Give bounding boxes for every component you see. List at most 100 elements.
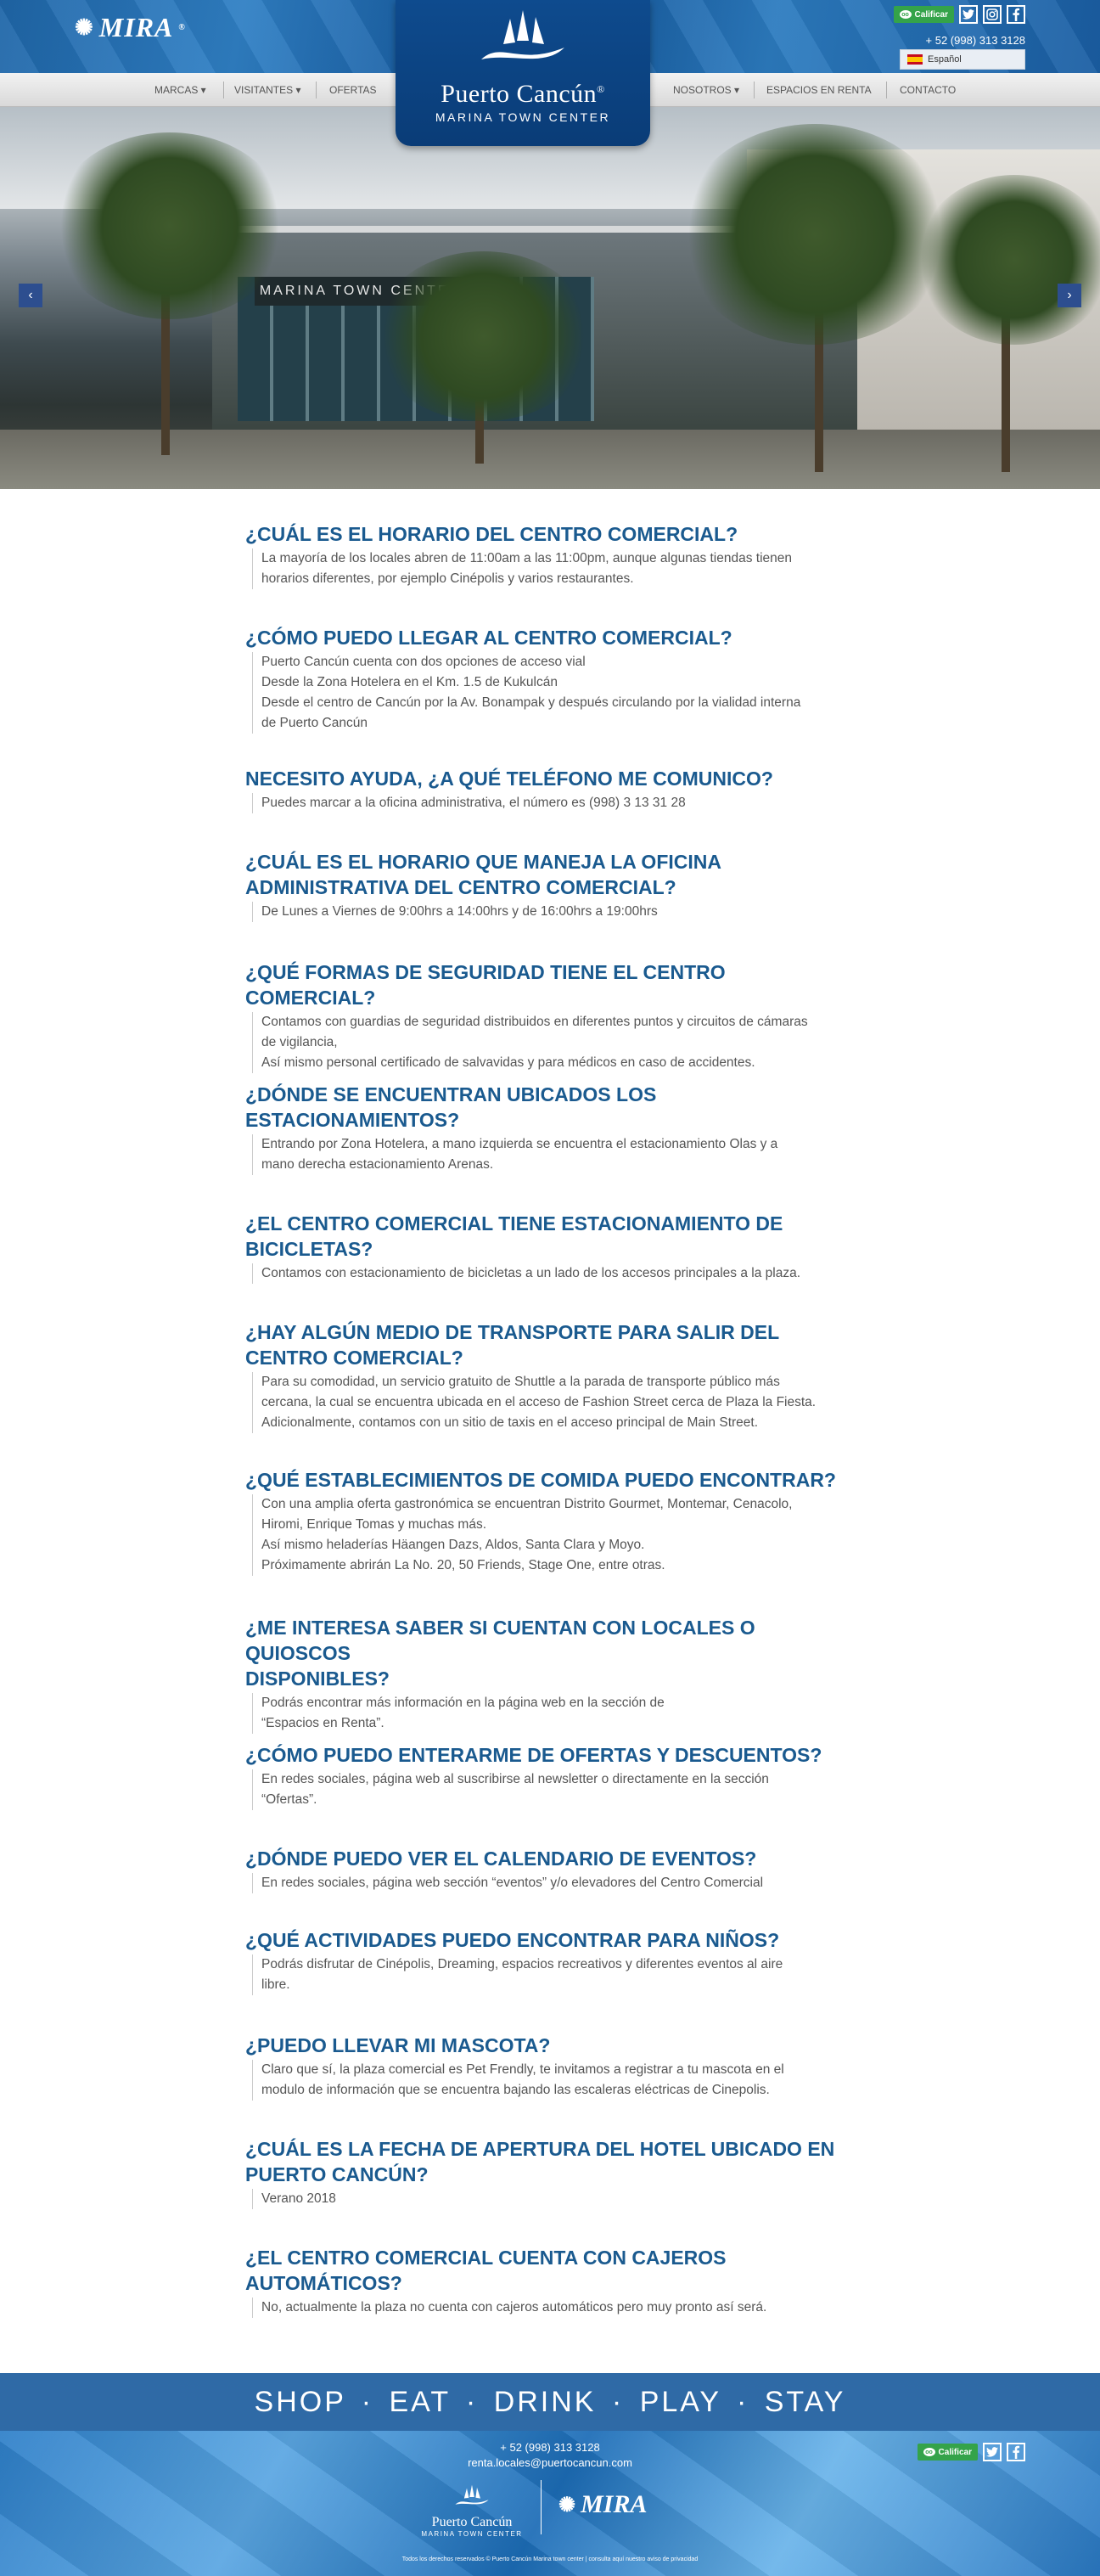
faq-answer: Puerto Cancún cuenta con dos opciones de… (252, 652, 856, 734)
nav-item-nosotros[interactable]: NOSOTROS ▾ (673, 73, 739, 107)
faq-answer-line: Claro que sí, la plaza comercial es Pet … (261, 2062, 784, 2077)
faq-question: ¿QUÉ ACTIVIDADES PUEDO ENCONTRAR PARA NI… (245, 1927, 856, 1953)
faq-item: ¿EL CENTRO COMERCIAL TIENE ESTACIONAMIEN… (245, 1211, 856, 1284)
faq-question: ¿CUÁL ES LA FECHA DE APERTURA DEL HOTEL … (245, 2136, 856, 2187)
faq-item: NECESITO AYUDA, ¿A QUÉ TELÉFONO ME COMUN… (245, 766, 856, 813)
faq-question-line: ¿CUÁL ES EL HORARIO DEL CENTRO COMERCIAL… (245, 523, 738, 545)
faq-answer-line: de Puerto Cancún (261, 716, 368, 730)
faq-answer-line: Podrás disfrutar de Cinépolis, Dreaming,… (261, 1957, 783, 1971)
footer-tripadvisor-button[interactable]: oo Calificar (917, 2444, 978, 2461)
faq-answer-line: Adicionalmente, contamos con un sitio de… (261, 1415, 759, 1430)
faq-question-line: ¿EL CENTRO COMERCIAL CUENTA CON CAJEROS (245, 2247, 727, 2269)
faq-question-line: ¿CUÁL ES EL HORARIO QUE MANEJA LA OFICIN… (245, 851, 721, 873)
faq-answer-line: horarios diferentes, por ejemplo Cinépol… (261, 571, 634, 586)
nav-item-ofertas[interactable]: OFERTAS (329, 73, 377, 107)
faq-answer-line: De Lunes a Viernes de 9:00hrs a 14:00hrs… (261, 904, 658, 919)
faq-answer-line: Así mismo heladerías Häangen Dazs, Aldos… (261, 1538, 645, 1552)
faq-answer-line: Desde el centro de Cancún por la Av. Bon… (261, 695, 801, 710)
mira-logo[interactable]: ✺ MIRA ® (75, 12, 186, 43)
faq-item: ¿DÓNDE SE ENCUENTRAN UBICADOS LOS ESTACIO… (245, 1082, 856, 1175)
tripadvisor-rate-button[interactable]: oo Calificar (893, 6, 954, 23)
brand-subtitle: MARINA TOWN CENTER (435, 110, 611, 124)
faq-answer: Verano 2018 (252, 2189, 856, 2209)
faq-item: ¿HAY ALGÚN MEDIO DE TRANSPORTE PARA SALI… (245, 1319, 856, 1433)
footer-puerto-cancun-logo[interactable]: Puerto Cancún MARINA TOWN CENTER (419, 2483, 525, 2538)
mira-logo-text: MIRA (98, 12, 174, 42)
header-phone[interactable]: + 52 (998) 313 3128 (926, 34, 1025, 47)
carousel-prev-arrow-icon[interactable]: ‹ (19, 284, 42, 307)
footer-facebook-icon[interactable] (1007, 2443, 1025, 2461)
faq-question: ¿QUÉ ESTABLECIMIENTOS DE COMIDA PUEDO EN… (245, 1467, 856, 1493)
palm-tree (51, 132, 289, 319)
faq-question-line: ¿ME INTERESA SABER SI CUENTAN CON LOCALE… (245, 1617, 755, 1664)
faq-answer-line: Podrás encontrar más información en la p… (261, 1696, 665, 1710)
faq-question-line: ¿QUÉ ACTIVIDADES PUEDO ENCONTRAR PARA NI… (245, 1929, 780, 1951)
instagram-icon[interactable] (983, 5, 1002, 24)
faq-answer-line: Desde la Zona Hotelera en el Km. 1.5 de … (261, 675, 558, 689)
footer-mira-text: MIRA (581, 2490, 648, 2518)
faq-answer: Para su comodidad, un servicio gratuito … (252, 1372, 856, 1433)
faq-question-line: BICICLETAS? (245, 1238, 373, 1260)
faq-answer-line: Contamos con guardias de seguridad distr… (261, 1015, 808, 1029)
faq-question: ¿CUÁL ES EL HORARIO DEL CENTRO COMERCIAL… (245, 521, 856, 547)
faq-answer: Entrando por Zona Hotelera, a mano izqui… (252, 1134, 856, 1175)
faq-question-line: ADMINISTRATIVA DEL CENTRO COMERCIAL? (245, 876, 676, 898)
footer-mira-logo[interactable]: ✺ MIRA (558, 2490, 647, 2519)
faq-item: ¿QUÉ ACTIVIDADES PUEDO ENCONTRAR PARA NI… (245, 1927, 856, 1995)
faq-question-line: ¿QUÉ ESTABLECIMIENTOS DE COMIDA PUEDO EN… (245, 1469, 836, 1491)
faq-question: ¿CÓMO PUEDO LLEGAR AL CENTRO COMERCIAL? (245, 625, 856, 650)
nav-item-marcas[interactable]: MARCAS ▾ (154, 73, 206, 107)
faq-answer-line: Así mismo personal certificado de salvav… (261, 1055, 755, 1070)
faq-question-line: DISPONIBLES? (245, 1668, 390, 1690)
faq-answer-line: Para su comodidad, un servicio gratuito … (261, 1375, 780, 1389)
faq-answer-line: modulo de información que se encuentra b… (261, 2083, 770, 2097)
header-social-links: oo Calificar (893, 5, 1025, 24)
faq-question: ¿HAY ALGÚN MEDIO DE TRANSPORTE PARA SALI… (245, 1319, 856, 1370)
faq-question-line: ¿HAY ALGÚN MEDIO DE TRANSPORTE PARA SALI… (245, 1321, 780, 1343)
twitter-icon[interactable] (959, 5, 978, 24)
faq-answer-line: cercana, la cual se encuentra ubicada en… (261, 1395, 817, 1409)
faq-question: ¿EL CENTRO COMERCIAL CUENTA CON CAJEROS A… (245, 2245, 856, 2296)
faq-question-line: ¿DÓNDE SE ENCUENTRAN UBICADOS LOS (245, 1083, 657, 1105)
carousel-next-arrow-icon[interactable]: › (1058, 284, 1081, 307)
faq-question-line: AUTOMÁTICOS? (245, 2272, 402, 2294)
faq-item: ¿CÓMO PUEDO LLEGAR AL CENTRO COMERCIAL? P… (245, 625, 856, 734)
nav-item-contacto[interactable]: CONTACTO (900, 73, 956, 107)
footer-copyright[interactable]: Todos los derechos reservados © Puerto C… (0, 2556, 1100, 2562)
faq-answer-line: mano derecha estacionamiento Arenas. (261, 1157, 494, 1172)
faq-answer-line: En redes sociales, página web sección “e… (261, 1876, 764, 1890)
faq-answer: Claro que sí, la plaza comercial es Pet … (252, 2060, 856, 2101)
nav-separator (754, 82, 755, 98)
faq-answer-line: “Ofertas”. (261, 1792, 317, 1807)
footer-twitter-icon[interactable] (983, 2443, 1002, 2461)
nav-item-visitantes[interactable]: VISITANTES ▾ (234, 73, 300, 107)
faq-item: ¿ME INTERESA SABER SI CUENTAN CON LOCALE… (245, 1615, 856, 1734)
faq-answer: Con una amplia oferta gastronómica se en… (252, 1494, 856, 1576)
faq-answer-line: Próximamente abrirán La No. 20, 50 Frien… (261, 1558, 665, 1572)
faq-answer: Podrás encontrar más información en la p… (252, 1693, 856, 1734)
footer-social-links: oo Calificar (917, 2443, 1025, 2461)
language-label: Español (928, 54, 962, 65)
faq-answer: Contamos con guardias de seguridad distr… (252, 1012, 856, 1073)
mira-reg-mark: ® (178, 23, 186, 32)
faq-item: ¿QUÉ FORMAS DE SEGURIDAD TIENE EL CENTRO… (245, 959, 856, 1073)
faq-answer-line: Contamos con estacionamiento de biciclet… (261, 1266, 801, 1280)
faq-question: ¿CUÁL ES EL HORARIO QUE MANEJA LA OFICIN… (245, 849, 856, 900)
faq-item: ¿CUÁL ES LA FECHA DE APERTURA DEL HOTEL … (245, 2136, 856, 2209)
language-selector[interactable]: Español (900, 49, 1025, 70)
faq-question-line: CENTRO COMERCIAL? (245, 1347, 463, 1369)
faq-answer: Puedes marcar a la oficina administrativ… (252, 793, 856, 813)
facebook-icon[interactable] (1007, 5, 1025, 24)
faq-question: ¿PUEDO LLEVAR MI MASCOTA? (245, 2033, 856, 2058)
nav-item-espacios-en-renta[interactable]: ESPACIOS EN RENTA (766, 73, 872, 107)
faq-answer-line: de vigilancia, (261, 1035, 338, 1049)
nav-separator (316, 82, 317, 98)
faq-question-line: ESTACIONAMIENTOS? (245, 1109, 460, 1131)
palm-tree (373, 251, 594, 421)
faq-answer-line: Con una amplia oferta gastronómica se en… (261, 1497, 793, 1511)
mira-sun-icon: ✺ (75, 14, 94, 40)
puerto-cancun-logo[interactable]: Puerto Cancún® MARINA TOWN CENTER (396, 0, 650, 146)
footer-tagline: SHOP · EAT · DRINK · PLAY · STAY (0, 2373, 1100, 2431)
faq-item: ¿EL CENTRO COMERCIAL CUENTA CON CAJEROS A… (245, 2245, 856, 2318)
hero-carousel[interactable]: MARINA TOWN CENTER ‹ › (0, 107, 1100, 489)
